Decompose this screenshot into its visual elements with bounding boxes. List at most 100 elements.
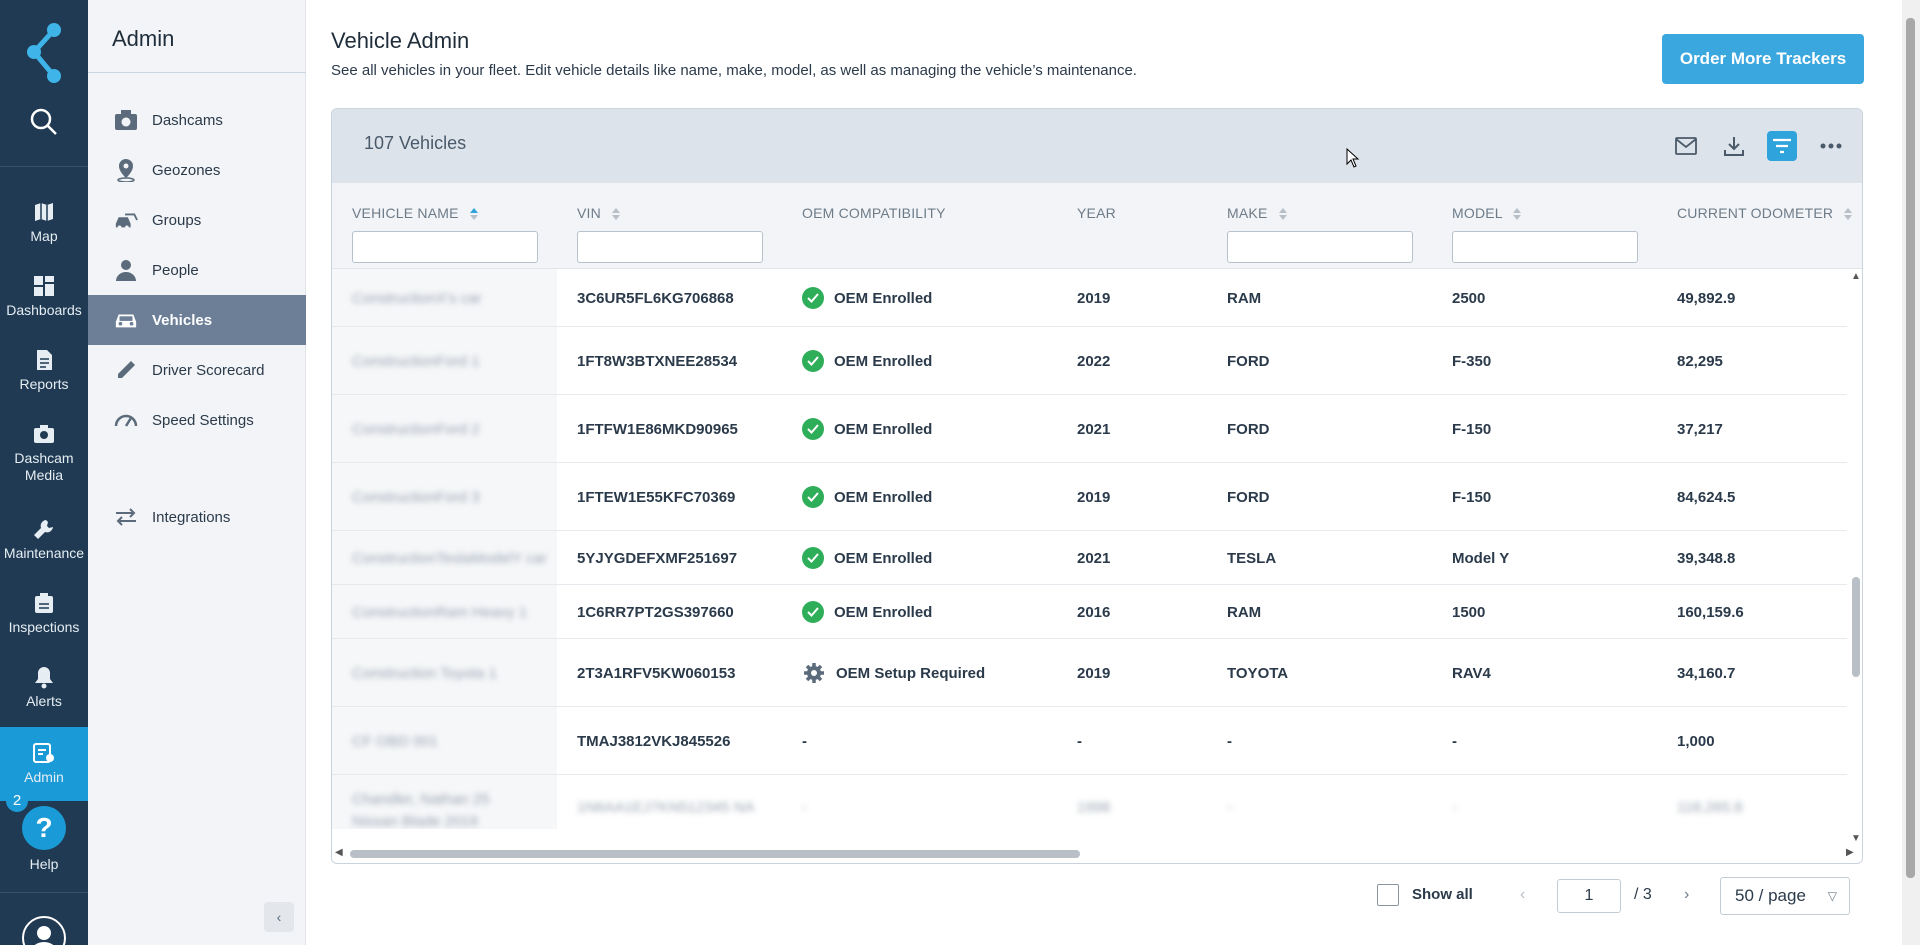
oem-cell: OEM Enrolled: [802, 547, 932, 569]
vehicle-name-cell[interactable]: Construction Toyota 1: [352, 665, 497, 682]
table-row[interactable]: ConstructionX's car 3C6UR5FL6KG706868 OE…: [332, 269, 1847, 327]
table-row[interactable]: Chandler, Nathan 25 Nissan Blade 2019 1N…: [332, 775, 1847, 829]
reports-icon: [37, 350, 52, 370]
scroll-down-arrow-icon[interactable]: ▼: [1851, 833, 1861, 844]
odometer-cell: 34,160.7: [1677, 665, 1736, 682]
vehicle-name-cell[interactable]: Chandler, Nathan 25 Nissan Blade 2019: [352, 789, 512, 829]
oem-cell: OEM Enrolled: [802, 486, 932, 508]
check-circle-icon: [802, 350, 824, 372]
next-page-button[interactable]: ›: [1684, 886, 1689, 904]
sidebar-item-vehicles[interactable]: Vehicles: [88, 295, 306, 345]
rail-item-inspections[interactable]: Inspections: [0, 591, 88, 636]
sidebar-item-label: People: [152, 261, 199, 279]
vehicle-name-cell[interactable]: ConstructionX's car: [352, 290, 482, 307]
vin-filter-input[interactable]: [577, 231, 763, 263]
scroll-left-arrow-icon[interactable]: ◀: [335, 847, 343, 858]
model-filter-input[interactable]: [1452, 231, 1638, 263]
sort-icon[interactable]: [1512, 207, 1522, 221]
check-circle-icon: [802, 601, 824, 623]
sidebar-item-driver-scorecard[interactable]: Driver Scorecard: [88, 345, 306, 395]
scroll-up-arrow-icon[interactable]: ▲: [1851, 271, 1861, 282]
table-row[interactable]: ConstructionFord 1 1FT8W3BTXNEE28534 OEM…: [332, 327, 1847, 395]
column-header-vin[interactable]: VIN: [577, 205, 621, 221]
sidebar-item-people[interactable]: People: [88, 245, 306, 295]
rail-item-dashcam-media[interactable]: Dashcam Media: [0, 422, 88, 484]
vertical-scroll-thumb[interactable]: [1852, 577, 1860, 677]
vehicle-name-cell[interactable]: ConstructionRam Heavy 1: [352, 604, 527, 621]
year-cell: 2019: [1077, 290, 1111, 307]
sort-icon[interactable]: [611, 207, 621, 221]
sidebar-item-integrations[interactable]: Integrations: [88, 492, 306, 542]
app-logo-icon[interactable]: [20, 22, 68, 84]
rail-item-map[interactable]: Map: [0, 200, 88, 245]
camera-icon: [34, 425, 54, 443]
search-icon[interactable]: [29, 107, 59, 137]
table-row[interactable]: Construction Toyota 1 2T3A1RFV5KW060153 …: [332, 639, 1847, 707]
sort-asc-icon[interactable]: [469, 207, 479, 221]
model-cell: 2500: [1452, 290, 1486, 307]
vehicle-name-cell[interactable]: CF OBD 001: [352, 733, 438, 750]
make-cell: RAM: [1227, 604, 1262, 621]
sidebar-item-groups[interactable]: Groups: [88, 195, 306, 245]
odometer-cell: 49,892.9: [1677, 290, 1736, 307]
year-cell: 2022: [1077, 353, 1111, 370]
rail-item-maintenance[interactable]: Maintenance: [0, 517, 88, 562]
help-button[interactable]: ?: [22, 806, 66, 850]
prev-page-button[interactable]: ‹: [1520, 886, 1525, 904]
table-row[interactable]: ConstructionFord 2 1FTFW1E86MKD90965 OEM…: [332, 395, 1847, 463]
admin-sidebar: Admin Dashcams Geozones Groups People Ve…: [88, 0, 306, 945]
rail-item-alerts[interactable]: Alerts: [0, 665, 88, 710]
page-number-input[interactable]: 1: [1557, 879, 1621, 913]
rail-item-reports[interactable]: Reports: [0, 348, 88, 393]
year-cell: 2019: [1077, 665, 1111, 682]
avatar[interactable]: [22, 916, 66, 945]
window-scroll-thumb[interactable]: [1906, 18, 1915, 878]
vin-cell: 1C6RR7PT2GS397660: [577, 604, 734, 621]
make-cell: TESLA: [1227, 550, 1277, 567]
make-filter-input[interactable]: [1227, 231, 1413, 263]
main-content: Vehicle Admin See all vehicles in your f…: [306, 0, 1902, 945]
rail-item-label: Map: [30, 228, 58, 244]
more-options-button[interactable]: [1816, 131, 1846, 161]
table-row[interactable]: ConstructionTeslaModelY car 5YJYGDEFXMF2…: [332, 531, 1847, 585]
oem-status-text[interactable]: OEM Setup Required: [836, 665, 985, 682]
email-button[interactable]: [1671, 131, 1701, 161]
horizontal-scroll-thumb[interactable]: [350, 850, 1080, 858]
sidebar-item-dashcams[interactable]: Dashcams: [88, 95, 306, 145]
pin-icon: [117, 159, 135, 182]
collapse-sidebar-button[interactable]: ‹: [264, 902, 294, 932]
table-row[interactable]: ConstructionRam Heavy 1 1C6RR7PT2GS39766…: [332, 585, 1847, 639]
vehicle-name-cell[interactable]: ConstructionTeslaModelY car: [352, 550, 547, 567]
show-all-checkbox[interactable]: [1377, 884, 1399, 906]
sort-icon[interactable]: [1843, 207, 1853, 221]
page-title: Vehicle Admin: [331, 28, 470, 53]
column-header-model[interactable]: MODEL: [1452, 205, 1522, 221]
column-header-current-odometer[interactable]: CURRENT ODOMETER: [1677, 205, 1853, 221]
column-header-make[interactable]: MAKE: [1227, 205, 1288, 221]
download-button[interactable]: [1719, 131, 1749, 161]
oem-status-text: OEM Enrolled: [834, 352, 933, 370]
table-row[interactable]: ConstructionFord 3 1FTEW1E55KFC70369 OEM…: [332, 463, 1847, 531]
rail-item-dashboards[interactable]: Dashboards: [0, 274, 88, 319]
sort-icon[interactable]: [1278, 207, 1288, 221]
table-row[interactable]: CF OBD 001 TMAJ3812VKJ845526 - - - - 1,0…: [332, 707, 1847, 775]
odometer-cell: 160,159.6: [1677, 604, 1744, 621]
filter-button[interactable]: [1767, 131, 1797, 161]
oem-cell: OEM Enrolled: [802, 601, 932, 623]
vehicle-name-cell[interactable]: ConstructionFord 1: [352, 353, 480, 370]
oem-cell: -: [802, 799, 807, 816]
clipboard-icon: [35, 593, 53, 613]
scroll-right-arrow-icon[interactable]: ▶: [1846, 847, 1854, 858]
model-cell: Model Y: [1452, 550, 1510, 567]
page-size-select[interactable]: 50 / page ▽: [1720, 877, 1850, 915]
vehicle-name-cell[interactable]: ConstructionFord 2: [352, 421, 480, 438]
show-all-label[interactable]: Show all: [1412, 886, 1473, 903]
vertical-scrollbar[interactable]: [1847, 269, 1862, 853]
order-more-trackers-button[interactable]: Order More Trackers: [1662, 34, 1864, 84]
sidebar-item-speed-settings[interactable]: Speed Settings: [88, 395, 306, 445]
sidebar-item-geozones[interactable]: Geozones: [88, 145, 306, 195]
rail-item-label: Inspections: [8, 619, 80, 635]
vehicle-name-cell[interactable]: ConstructionFord 3: [352, 489, 480, 506]
vehicle-name-filter-input[interactable]: [352, 231, 538, 263]
column-header-vehicle-name[interactable]: VEHICLE NAME: [352, 205, 479, 221]
